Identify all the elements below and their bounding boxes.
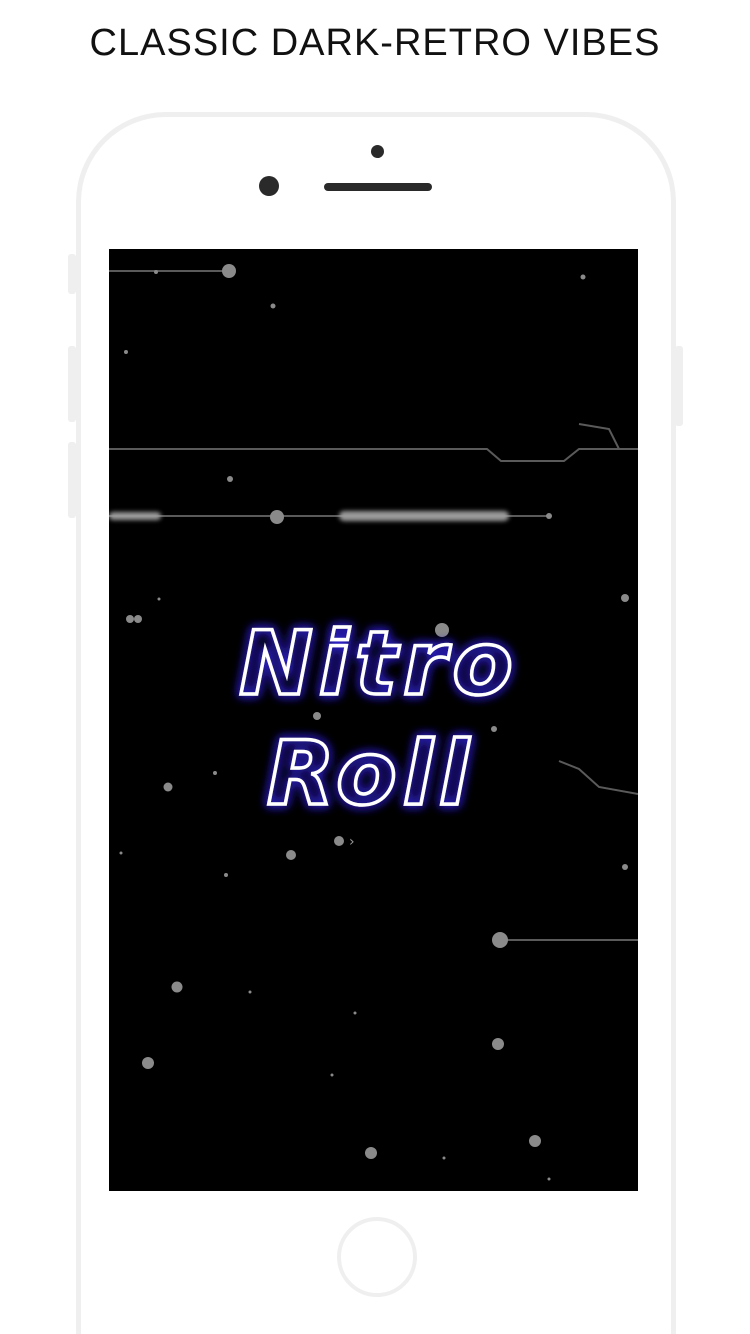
logo-line-1: Nitro — [239, 612, 519, 715]
phone-proximity-sensor — [371, 145, 384, 158]
circuit-traces — [109, 270, 638, 941]
chevron-right-icon: › — [349, 834, 355, 850]
phone-volume-down — [68, 442, 76, 518]
logo-line-2: Roll — [267, 722, 475, 825]
phone-mute-switch — [68, 254, 76, 294]
phone-power-button — [675, 346, 683, 426]
nitro-roll-logo: Nitro Roll — [237, 610, 519, 827]
phone-home-button — [337, 1217, 417, 1297]
app-splash-screen: › Nitro Roll — [109, 249, 638, 1191]
circuit-background: › Nitro Roll — [109, 264, 638, 1181]
phone-volume-up — [68, 346, 76, 422]
promo-headline: CLASSIC DARK-RETRO VIBES — [89, 22, 661, 64]
phone-speaker-grille — [324, 183, 432, 191]
phone-front-camera — [259, 176, 279, 196]
